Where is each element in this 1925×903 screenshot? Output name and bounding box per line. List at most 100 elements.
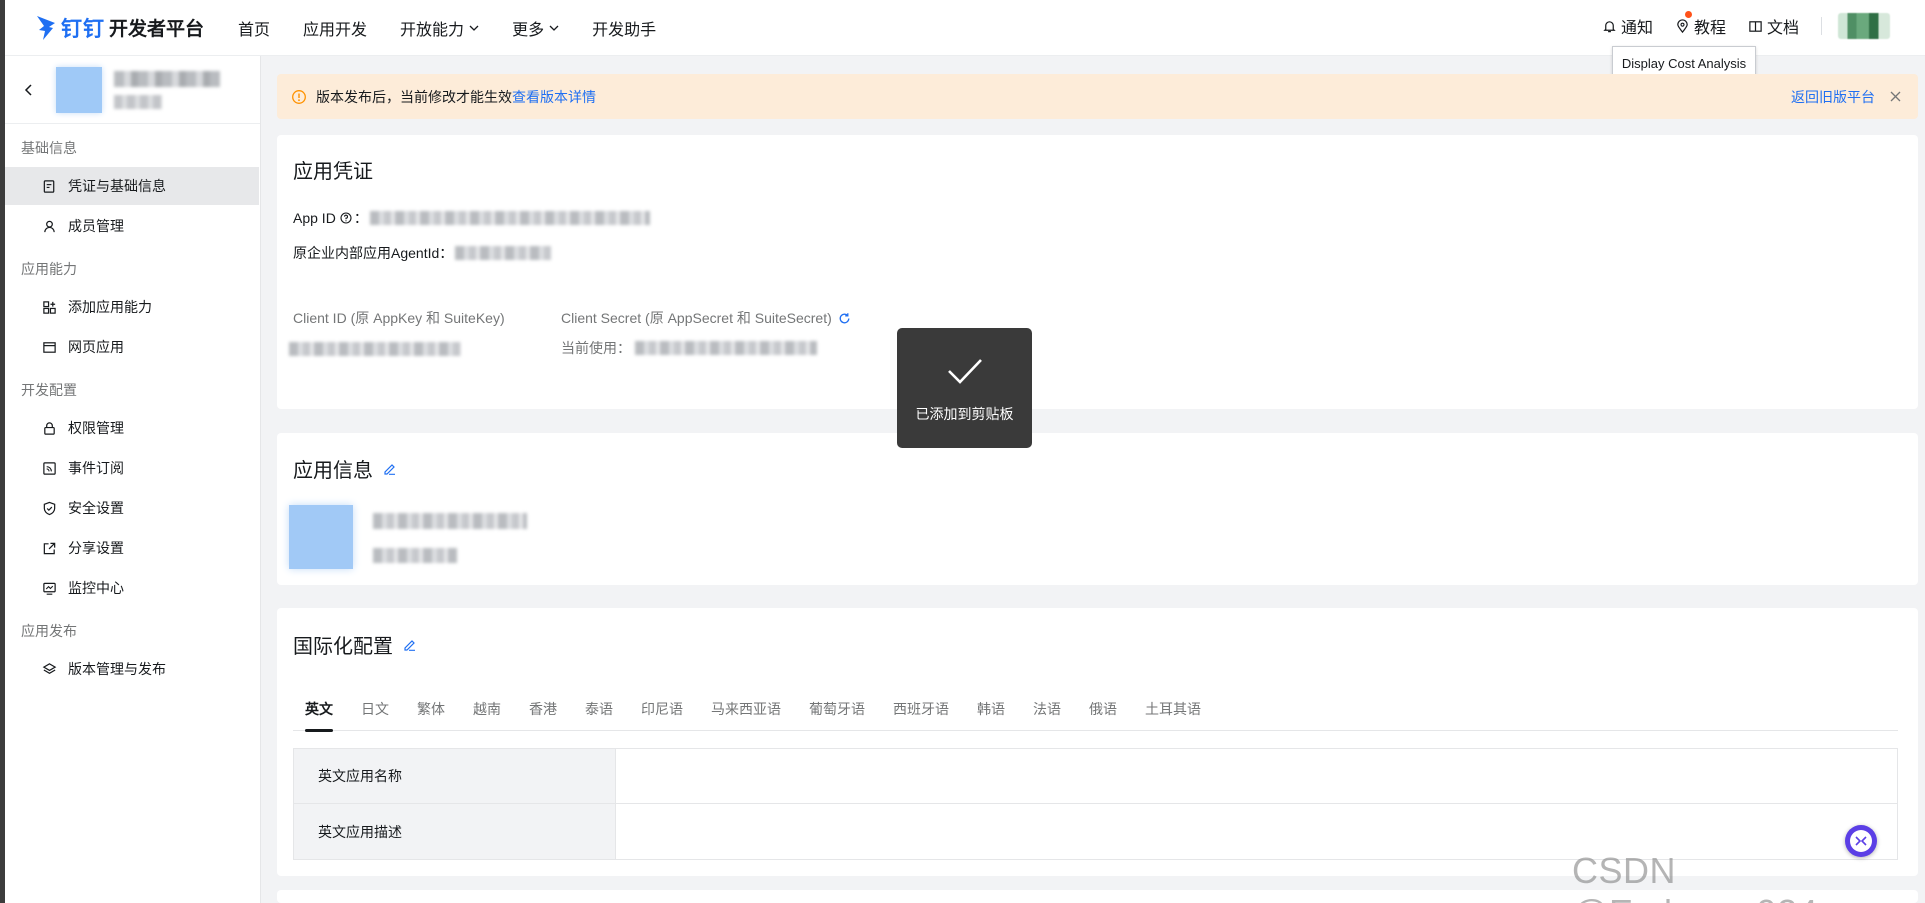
watermark: CSDN @Embrace924: [1572, 850, 1818, 903]
nav-item-more[interactable]: 更多: [512, 16, 559, 40]
sidebar-item-permissions[interactable]: 权限管理: [5, 409, 260, 447]
tab-thai[interactable]: 泰语: [573, 687, 625, 731]
refresh-icon[interactable]: [838, 312, 851, 325]
field-label: 英文应用名称: [294, 749, 616, 803]
chat-glyph-icon: [1855, 836, 1867, 846]
i18n-title: 国际化配置: [293, 630, 416, 659]
view-version-link[interactable]: 查看版本详情: [512, 87, 596, 107]
logo[interactable]: 钉钉 开发者平台: [35, 13, 204, 43]
tab-russian[interactable]: 俄语: [1077, 687, 1129, 731]
notify-label: 通知: [1620, 20, 1653, 37]
i18n-card: 国际化配置 英文 日文 繁体 越南 香港 泰语 印尼语 马来西亚语 葡萄牙语 西…: [277, 608, 1918, 876]
tab-spanish[interactable]: 西班牙语: [881, 687, 961, 731]
help-icon[interactable]: [340, 212, 352, 224]
app-info-card: 应用信息: [277, 433, 1918, 585]
sidebar-item-monitor[interactable]: 监控中心: [5, 569, 260, 607]
agent-id-value-redacted: [455, 246, 552, 260]
app-id-colon: ：: [353, 210, 368, 226]
nav-item-label: 开发助手: [592, 21, 657, 39]
sidebar-item-credentials[interactable]: 凭证与基础信息: [5, 167, 259, 205]
docs-label: 文档: [1766, 20, 1799, 37]
field-value: [616, 749, 1897, 803]
client-secret-value-redacted[interactable]: [635, 341, 817, 355]
sidebar-item-share[interactable]: 分享设置: [5, 529, 260, 567]
app-name-block: [102, 70, 220, 109]
card-title-text: 国际化配置: [293, 636, 393, 658]
nav-divider: [1821, 17, 1822, 35]
docs-button[interactable]: 文档: [1748, 14, 1799, 38]
notify-button[interactable]: 通知: [1602, 14, 1653, 38]
tab-traditional[interactable]: 繁体: [405, 687, 457, 731]
credentials-card: 应用凭证 App ID ： 原企业内部应用AgentId： Client ID …: [277, 135, 1918, 409]
back-to-old-platform-link[interactable]: 返回旧版平台: [1791, 87, 1875, 107]
sidebar-item-label: 监控中心: [68, 580, 124, 596]
sidebar: 基础信息 凭证与基础信息 成员管理 应用能力 添加应用能力 网页应用 开发配置 …: [5, 56, 261, 903]
client-id-value-redacted[interactable]: [289, 342, 461, 356]
credential-icon: [43, 179, 55, 193]
sidebar-item-security[interactable]: 安全设置: [5, 489, 260, 527]
app-id-value-redacted: [369, 211, 650, 225]
edit-icon[interactable]: [383, 462, 396, 475]
back-icon[interactable]: [22, 83, 36, 97]
version-notice-bar: 版本发布后，当前修改才能生效 查看版本详情 返回旧版平台: [277, 74, 1918, 119]
nav-item-app-dev[interactable]: 应用开发: [303, 16, 367, 40]
app-desc-redacted: [373, 548, 457, 563]
copied-toast: 已添加到剪贴板: [897, 328, 1032, 448]
tutorial-button[interactable]: 教程: [1675, 11, 1726, 38]
notice-text: 版本发布后，当前修改才能生效: [316, 88, 512, 105]
app-logo: [289, 505, 353, 569]
sidebar-item-label: 凭证与基础信息: [68, 178, 166, 194]
tab-japanese[interactable]: 日文: [349, 687, 401, 731]
location-pin-icon: [1677, 18, 1688, 33]
tab-indonesian[interactable]: 印尼语: [629, 687, 695, 731]
table-row: 英文应用名称: [294, 749, 1897, 804]
tab-malay[interactable]: 马来西亚语: [699, 687, 793, 731]
sidebar-item-members[interactable]: 成员管理: [5, 207, 260, 245]
notification-dot: [1684, 11, 1692, 18]
chevron-down-icon: [549, 25, 559, 31]
sidebar-section-dev-config: 开发配置: [21, 381, 77, 398]
sidebar-item-label: 成员管理: [68, 218, 124, 234]
sidebar-item-events[interactable]: 事件订阅: [5, 449, 260, 487]
avatar[interactable]: [1838, 13, 1890, 39]
nav-item-label: 开放能力: [400, 21, 465, 39]
app-id-label: App ID: [293, 210, 336, 226]
tab-turkish[interactable]: 土耳其语: [1133, 687, 1213, 731]
nav-item-dev-assistant[interactable]: 开发助手: [592, 16, 656, 40]
client-secret-label: Client Secret (原 AppSecret 和 SuiteSecret…: [561, 310, 832, 326]
sidebar-item-versions[interactable]: 版本管理与发布: [5, 650, 260, 688]
client-secret-label-row: Client Secret (原 AppSecret 和 SuiteSecret…: [561, 308, 851, 328]
app-avatar: [56, 66, 102, 113]
agent-id-label: 原企业内部应用AgentId：: [293, 245, 454, 261]
sidebar-item-webpage[interactable]: 网页应用: [5, 328, 260, 366]
field-label: 英文应用描述: [294, 804, 616, 859]
layers-icon: [42, 662, 57, 674]
close-icon[interactable]: [1889, 90, 1902, 103]
card-title-text: 应用凭证: [293, 161, 373, 183]
notice-right: 返回旧版平台: [1791, 87, 1902, 107]
tutorial-label: 教程: [1693, 20, 1726, 37]
sidebar-item-add-capability[interactable]: 添加应用能力: [5, 288, 260, 326]
rss-icon: [43, 461, 56, 475]
tab-french[interactable]: 法语: [1021, 687, 1073, 731]
logo-subtitle: 开发者平台: [109, 19, 205, 40]
nav-item-home[interactable]: 首页: [238, 16, 270, 40]
tab-korean[interactable]: 韩语: [965, 687, 1017, 731]
sidebar-item-label: 事件订阅: [68, 460, 124, 476]
edit-icon[interactable]: [403, 638, 416, 651]
sidebar-item-label: 版本管理与发布: [68, 661, 166, 677]
nav-item-open-capability[interactable]: 开放能力: [400, 16, 479, 40]
app-name-redacted: [114, 70, 220, 87]
sidebar-section-capability: 应用能力: [21, 260, 77, 277]
toast-text: 已添加到剪贴板: [915, 406, 1014, 422]
checkmark-icon: [947, 359, 982, 384]
nav-right: 通知 教程 文档: [1602, 0, 1925, 52]
tab-english[interactable]: 英文: [293, 687, 345, 732]
app-info-title: 应用信息: [293, 454, 396, 483]
tab-portuguese[interactable]: 葡萄牙语: [797, 687, 877, 731]
tab-vietnamese[interactable]: 越南: [461, 687, 513, 731]
app-id-row: App ID ：: [293, 208, 650, 228]
tab-hongkong[interactable]: 香港: [517, 687, 569, 731]
shield-icon: [43, 501, 56, 515]
sidebar-section-basic: 基础信息: [21, 139, 77, 156]
